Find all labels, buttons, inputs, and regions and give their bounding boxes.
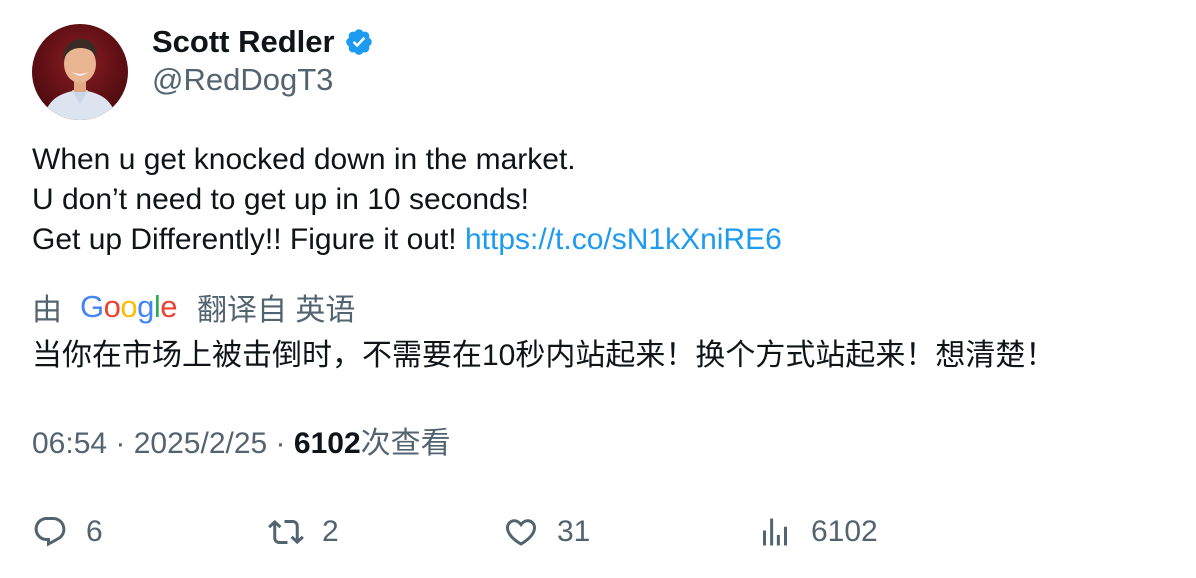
translated-text: 当你在市场上被击倒时，不需要在10秒内站起来！换个方式站起来！想清楚！ bbox=[32, 339, 1056, 372]
heart-icon bbox=[505, 519, 537, 546]
retweet-count: 2 bbox=[322, 515, 339, 548]
views-count: 6102 bbox=[293, 427, 361, 460]
tweet-line-2: U don’t need to get up in 10 seconds! bbox=[32, 183, 530, 216]
author-name[interactable]: Scott Redler bbox=[152, 24, 335, 60]
avatar[interactable] bbox=[32, 24, 128, 120]
views-button[interactable]: 6102 bbox=[757, 510, 878, 554]
avatar-photo bbox=[44, 39, 116, 120]
tweet-line-3-text: Get up Differently!! Figure it out! bbox=[32, 223, 465, 256]
views-label: 次查看 bbox=[360, 427, 451, 460]
author-handle[interactable]: @RedDogT3 bbox=[152, 62, 333, 98]
like-count: 31 bbox=[557, 515, 591, 548]
translated-suffix: 翻译自 英语 bbox=[197, 294, 356, 327]
reply-count: 6 bbox=[86, 515, 103, 548]
retweet-button[interactable]: 2 bbox=[268, 510, 339, 554]
author-name-row[interactable]: Scott Redler bbox=[152, 22, 374, 62]
tweet-meta: 06:54 · 2025/2/25 · 6102次查看 bbox=[32, 424, 451, 464]
tweet-date[interactable]: 2025/2/25 bbox=[134, 427, 267, 460]
reply-button[interactable]: 6 bbox=[32, 510, 103, 554]
like-button[interactable]: 31 bbox=[503, 510, 590, 554]
retweet-icon bbox=[268, 519, 304, 545]
tweet-text: When u get knocked down in the market. U… bbox=[32, 140, 782, 260]
views-action-count: 6102 bbox=[811, 515, 878, 548]
tweet-time[interactable]: 06:54 bbox=[32, 427, 107, 460]
meta-separator: · bbox=[107, 427, 134, 460]
translated-prefix: 由 bbox=[32, 294, 62, 327]
meta-separator: · bbox=[267, 427, 294, 460]
verified-badge-icon bbox=[344, 27, 374, 57]
tweet-link[interactable]: https://t.co/sN1kXniRE6 bbox=[465, 223, 782, 256]
tweet-line-1: When u get knocked down in the market. bbox=[32, 143, 576, 176]
views-chart-icon bbox=[763, 518, 787, 546]
google-logo: Google bbox=[80, 289, 178, 324]
translated-by-google[interactable]: 由 Google 翻译自 英语 bbox=[32, 286, 355, 328]
reply-icon bbox=[34, 517, 66, 547]
tweet-line-3: Get up Differently!! Figure it out! http… bbox=[32, 220, 782, 260]
